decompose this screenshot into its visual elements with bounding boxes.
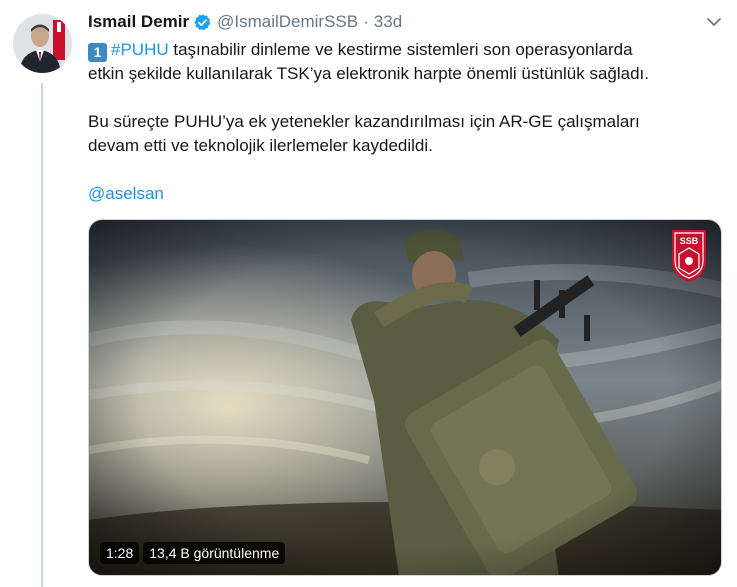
video-duration: 1:28 [100, 542, 140, 564]
logo-text: SSB [680, 236, 699, 246]
separator-dot: · [363, 12, 369, 31]
tweet-line-1: 1 #PUHU taşınabilir dinleme ve kestirme s… [88, 38, 718, 62]
author-name[interactable]: Ismail Demir [88, 12, 189, 32]
hashtag-link[interactable]: #PUHU [111, 40, 169, 59]
video-badges: 1:28 13,4 B görüntülenme [100, 542, 286, 564]
author-handle[interactable]: @IsmailDemirSSB [217, 12, 358, 32]
avatar[interactable] [13, 14, 72, 73]
avatar-image [13, 14, 72, 73]
tweet-para2-line-1: Bu süreçte PUHU’ya ek yetenekler kazandı… [88, 112, 640, 131]
ssb-logo: SSB [669, 228, 709, 284]
tweet-line-1-text: taşınabilir dinleme ve kestirme sistemle… [168, 40, 633, 59]
tweet-timestamp[interactable]: 33d [374, 12, 402, 32]
chevron-down-icon[interactable] [704, 12, 724, 32]
mention-link[interactable]: @aselsan [88, 184, 164, 203]
number-one-emoji-icon: 1 [88, 43, 107, 62]
thread-line [41, 83, 43, 587]
verified-badge-icon [193, 13, 212, 32]
video-player[interactable]: SSB 1:28 13,4 B görüntülenme [88, 219, 722, 576]
tweet-text: 1 #PUHU taşınabilir dinleme ve kestirme s… [88, 38, 718, 206]
tweet-para2-line-2: devam etti ve teknolojik ilerlemeler kay… [88, 136, 433, 155]
video-thumbnail [89, 220, 721, 575]
tweet-header: Ismail Demir @IsmailDemirSSB · 33d [88, 10, 402, 34]
tweet-line-2: etkin şekilde kullanılarak TSK’ya elektr… [88, 64, 649, 83]
video-view-count: 13,4 B görüntülenme [143, 542, 286, 564]
